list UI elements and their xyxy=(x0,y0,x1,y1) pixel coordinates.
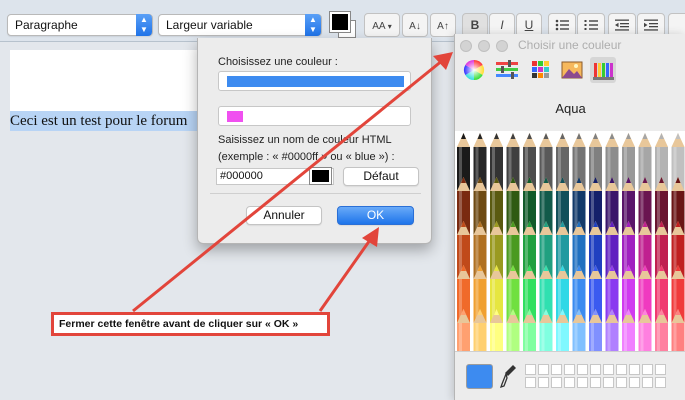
selected-color-name: Aqua xyxy=(555,101,586,116)
cancel-button[interactable]: Annuler xyxy=(246,206,322,225)
text-color-preview xyxy=(227,76,404,87)
swatch-slot[interactable] xyxy=(577,364,588,375)
swatch-slot[interactable] xyxy=(655,377,666,388)
select-arrows-icon: ▲ ▼ xyxy=(136,14,152,36)
swatch-slot[interactable] xyxy=(616,364,627,375)
close-window-button[interactable] xyxy=(460,40,472,52)
pencils-tab[interactable] xyxy=(590,57,616,83)
numbered-list-icon xyxy=(584,20,598,30)
picker-bottom-bar xyxy=(455,351,685,400)
swatch-slot[interactable] xyxy=(538,377,549,388)
increase-size-icon: A↑ xyxy=(437,21,449,32)
swatch-slot[interactable] xyxy=(642,364,653,375)
swatch-slot[interactable] xyxy=(551,377,562,388)
sliders-tab[interactable] xyxy=(494,57,520,83)
decrease-size-icon: A↓ xyxy=(409,21,421,32)
swatch-slot[interactable] xyxy=(629,364,640,375)
bold-label: B xyxy=(470,18,480,32)
swatch-slot[interactable] xyxy=(538,364,549,375)
html-color-label-line1: Saisissez un nom de couleur HTML xyxy=(218,134,392,146)
image-palette-icon xyxy=(561,61,583,79)
separator xyxy=(210,193,421,194)
font-size-button[interactable]: AA ▾ xyxy=(364,13,400,37)
text-color-swatch[interactable] xyxy=(330,12,350,32)
pencils-graphic xyxy=(457,133,685,351)
swatch-slot[interactable] xyxy=(551,364,562,375)
swatch-slot[interactable] xyxy=(629,377,640,388)
select-arrows-icon: ▲ ▼ xyxy=(305,14,321,36)
swatch-slot[interactable] xyxy=(577,377,588,388)
annotation-note: Fermer cette fenêtre avant de cliquer su… xyxy=(51,312,330,336)
swatch-slot[interactable] xyxy=(564,364,575,375)
outdent-icon xyxy=(615,19,629,31)
swatch-slot[interactable] xyxy=(616,377,627,388)
swatch-slot[interactable] xyxy=(642,377,653,388)
palettes-icon xyxy=(532,61,549,78)
background-color-preview xyxy=(227,111,243,122)
pencils-icon xyxy=(593,63,614,80)
image-palette-tab[interactable] xyxy=(559,57,585,83)
default-button[interactable]: Défaut xyxy=(343,167,419,186)
color-picker-window: Choisir une couleur Aqua xyxy=(454,34,685,400)
text-color-well[interactable] xyxy=(218,71,411,91)
minimize-window-button[interactable] xyxy=(478,40,490,52)
zoom-window-button[interactable] xyxy=(496,40,508,52)
html-color-label-line2: (exemple : « #0000ff » ou « blue ») : xyxy=(218,151,395,163)
swatch-slot[interactable] xyxy=(655,364,666,375)
italic-label: I xyxy=(500,18,504,32)
swatch-slot[interactable] xyxy=(590,377,601,388)
font-value: Largeur variable xyxy=(166,18,253,32)
swatch-slot[interactable] xyxy=(564,377,575,388)
ok-button[interactable]: OK xyxy=(337,206,414,225)
underline-label: U xyxy=(524,18,534,32)
paragraph-style-value: Paragraphe xyxy=(15,18,78,32)
swatch-slot[interactable] xyxy=(525,377,536,388)
font-size-label: AA xyxy=(372,21,386,32)
sliders-icon xyxy=(496,60,518,79)
picker-title: Choisir une couleur xyxy=(518,38,622,52)
palettes-tab[interactable] xyxy=(527,57,553,83)
paragraph-style-select[interactable]: Paragraphe ▲ ▼ xyxy=(7,14,153,36)
choose-color-label: Choisissez une couleur : xyxy=(218,56,338,68)
font-select[interactable]: Largeur variable ▲ ▼ xyxy=(158,14,322,36)
decrease-font-size-button[interactable]: A↓ xyxy=(402,13,428,37)
swatch-slot[interactable] xyxy=(590,364,601,375)
indent-icon xyxy=(644,19,658,31)
selected-text[interactable]: Ceci est un test pour le forum xyxy=(10,111,200,131)
swatch-slot[interactable] xyxy=(525,364,536,375)
chevron-down-icon: ▾ xyxy=(385,22,392,31)
eyedropper-button[interactable] xyxy=(499,362,519,390)
swatch-slot[interactable] xyxy=(603,377,614,388)
color-wheel-tab[interactable] xyxy=(461,57,487,83)
eyedropper-icon xyxy=(499,365,516,389)
swatch-slot[interactable] xyxy=(603,364,614,375)
color-dialog: Choisissez une couleur : Saisissez un no… xyxy=(197,38,432,244)
increase-font-size-button[interactable]: A↑ xyxy=(430,13,456,37)
hex-color-preview xyxy=(309,167,332,185)
current-color-swatch[interactable] xyxy=(466,364,493,389)
background-color-well[interactable] xyxy=(218,106,411,126)
pencils-grid[interactable] xyxy=(455,131,685,351)
bullet-list-icon xyxy=(555,19,569,31)
color-wheel-icon xyxy=(463,59,485,81)
